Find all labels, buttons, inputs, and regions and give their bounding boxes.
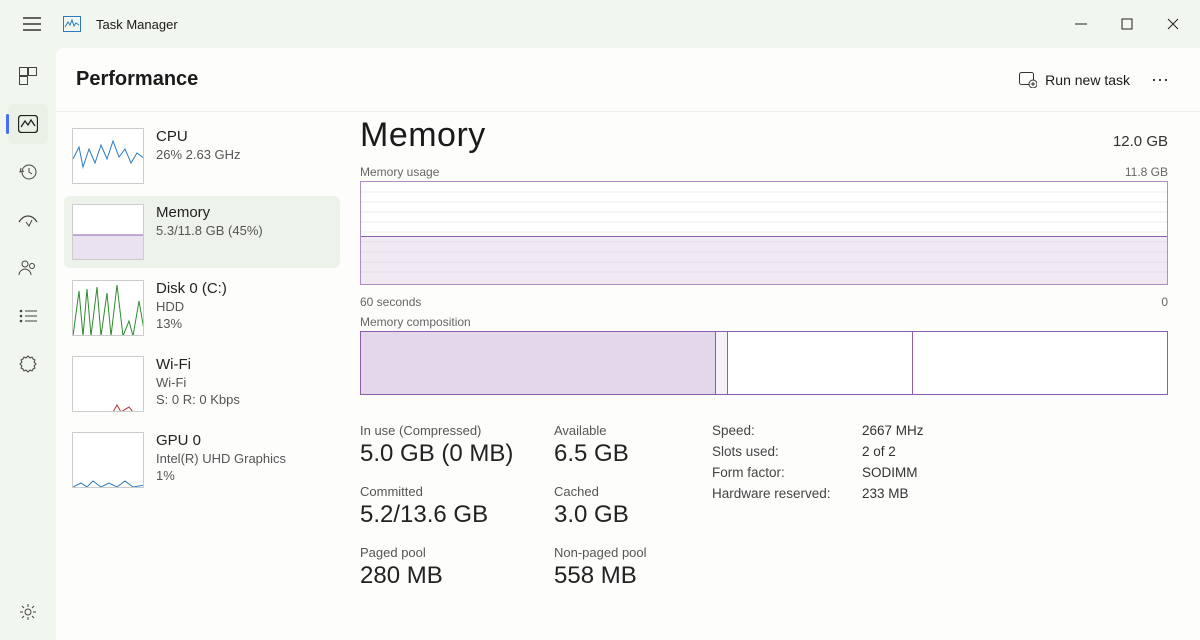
ellipsis-icon: ··· xyxy=(1151,69,1169,89)
hamburger-icon xyxy=(23,17,41,31)
maximize-icon xyxy=(1121,18,1133,30)
side-item-disk0[interactable]: Disk 0 (C:) HDD 13% xyxy=(64,272,340,344)
page-title: Performance xyxy=(76,68,198,91)
close-icon xyxy=(1167,18,1179,30)
nav-performance[interactable] xyxy=(8,104,48,144)
nav-startup-apps[interactable] xyxy=(8,200,48,240)
window-title: Task Manager xyxy=(96,17,178,32)
side-item-sub2: 13% xyxy=(156,316,227,331)
minimize-icon xyxy=(1075,18,1087,30)
close-button[interactable] xyxy=(1150,8,1196,40)
slots-key: Slots used: xyxy=(712,444,862,459)
available-value: 6.5 GB xyxy=(554,440,694,468)
nav-users[interactable] xyxy=(8,248,48,288)
minimize-button[interactable] xyxy=(1058,8,1104,40)
side-item-title: Disk 0 (C:) xyxy=(156,280,227,297)
side-item-gpu0[interactable]: GPU 0 Intel(R) UHD Graphics 1% xyxy=(64,424,340,496)
history-icon xyxy=(19,163,37,181)
form-key: Form factor: xyxy=(712,465,862,480)
side-item-title: Memory xyxy=(156,204,263,221)
more-options-button[interactable]: ··· xyxy=(1140,69,1180,90)
side-item-sub2: S: 0 R: 0 Kbps xyxy=(156,392,240,407)
composition-in-use xyxy=(361,332,716,394)
startup-icon xyxy=(18,212,38,228)
wifi-thumb xyxy=(72,356,144,412)
usage-chart-max: 11.8 GB xyxy=(1125,165,1168,179)
nav-app-history[interactable] xyxy=(8,152,48,192)
side-item-sub: HDD xyxy=(156,299,227,314)
usage-x-left: 60 seconds xyxy=(360,295,421,309)
side-item-sub: Wi-Fi xyxy=(156,375,240,390)
committed-label: Committed xyxy=(360,484,536,499)
maximize-button[interactable] xyxy=(1104,8,1150,40)
grid-icon xyxy=(19,67,37,85)
cached-label: Cached xyxy=(554,484,694,499)
side-item-title: CPU xyxy=(156,128,241,145)
main-panel: Memory 12.0 GB Memory usage 11.8 GB xyxy=(340,112,1200,640)
users-icon xyxy=(18,259,38,277)
composition-standby xyxy=(728,332,913,394)
list-icon xyxy=(19,309,37,323)
slots-val: 2 of 2 xyxy=(862,444,896,459)
window-controls xyxy=(1058,8,1196,40)
composition-modified xyxy=(716,332,728,394)
paged-value: 280 MB xyxy=(360,562,536,590)
gear-icon xyxy=(19,603,37,621)
side-item-cpu[interactable]: CPU 26% 2.63 GHz xyxy=(64,120,340,192)
hwres-key: Hardware reserved: xyxy=(712,486,862,501)
hwres-val: 233 MB xyxy=(862,486,909,501)
cached-value: 3.0 GB xyxy=(554,501,694,529)
memory-composition-chart xyxy=(360,331,1168,395)
side-item-memory[interactable]: Memory 5.3/11.8 GB (45%) xyxy=(64,196,340,268)
memory-thumb xyxy=(72,204,144,260)
run-new-task-label: Run new task xyxy=(1045,72,1130,88)
performance-icon xyxy=(18,115,38,133)
gpu-thumb xyxy=(72,432,144,488)
disk-thumb xyxy=(72,280,144,336)
nonpaged-label: Non-paged pool xyxy=(554,545,694,560)
form-val: SODIMM xyxy=(862,465,918,480)
page-header: Performance Run new task ··· xyxy=(56,48,1200,112)
side-item-title: GPU 0 xyxy=(156,432,286,449)
side-item-sub: 5.3/11.8 GB (45%) xyxy=(156,223,263,238)
composition-label: Memory composition xyxy=(360,315,471,329)
hamburger-menu-button[interactable] xyxy=(12,4,52,44)
left-nav xyxy=(0,48,56,640)
in-use-label: In use (Compressed) xyxy=(360,423,536,438)
run-new-task-button[interactable]: Run new task xyxy=(1009,66,1140,94)
memory-usage-chart xyxy=(360,181,1168,285)
main-title: Memory xyxy=(360,116,486,155)
app-icon xyxy=(52,16,92,32)
page: Performance Run new task ··· CPU 26% 2.6… xyxy=(56,48,1200,640)
run-task-icon xyxy=(1019,72,1037,88)
side-item-sub2: 1% xyxy=(156,468,286,483)
committed-value: 5.2/13.6 GB xyxy=(360,501,536,529)
total-capacity: 12.0 GB xyxy=(1113,133,1168,150)
performance-side-list: CPU 26% 2.63 GHz Memory 5.3/11.8 GB (45%… xyxy=(56,112,340,640)
cpu-thumb xyxy=(72,128,144,184)
side-item-sub: 26% 2.63 GHz xyxy=(156,147,241,162)
nav-details[interactable] xyxy=(8,296,48,336)
side-item-wifi[interactable]: Wi-Fi Wi-Fi S: 0 R: 0 Kbps xyxy=(64,348,340,420)
side-item-sub: Intel(R) UHD Graphics xyxy=(156,451,286,466)
nav-settings[interactable] xyxy=(8,592,48,632)
composition-free xyxy=(913,332,1167,394)
paged-label: Paged pool xyxy=(360,545,536,560)
nav-services[interactable] xyxy=(8,344,48,384)
speed-val: 2667 MHz xyxy=(862,423,924,438)
available-label: Available xyxy=(554,423,694,438)
speed-key: Speed: xyxy=(712,423,862,438)
memory-specs: Speed:2667 MHz Slots used:2 of 2 Form fa… xyxy=(712,423,924,590)
in-use-value: 5.0 GB (0 MB) xyxy=(360,440,536,468)
usage-chart-label: Memory usage xyxy=(360,165,439,179)
usage-x-right: 0 xyxy=(1161,295,1168,309)
titlebar: Task Manager xyxy=(0,0,1200,48)
side-item-title: Wi-Fi xyxy=(156,356,240,373)
services-icon xyxy=(19,355,37,373)
nav-processes[interactable] xyxy=(8,56,48,96)
nonpaged-value: 558 MB xyxy=(554,562,694,590)
